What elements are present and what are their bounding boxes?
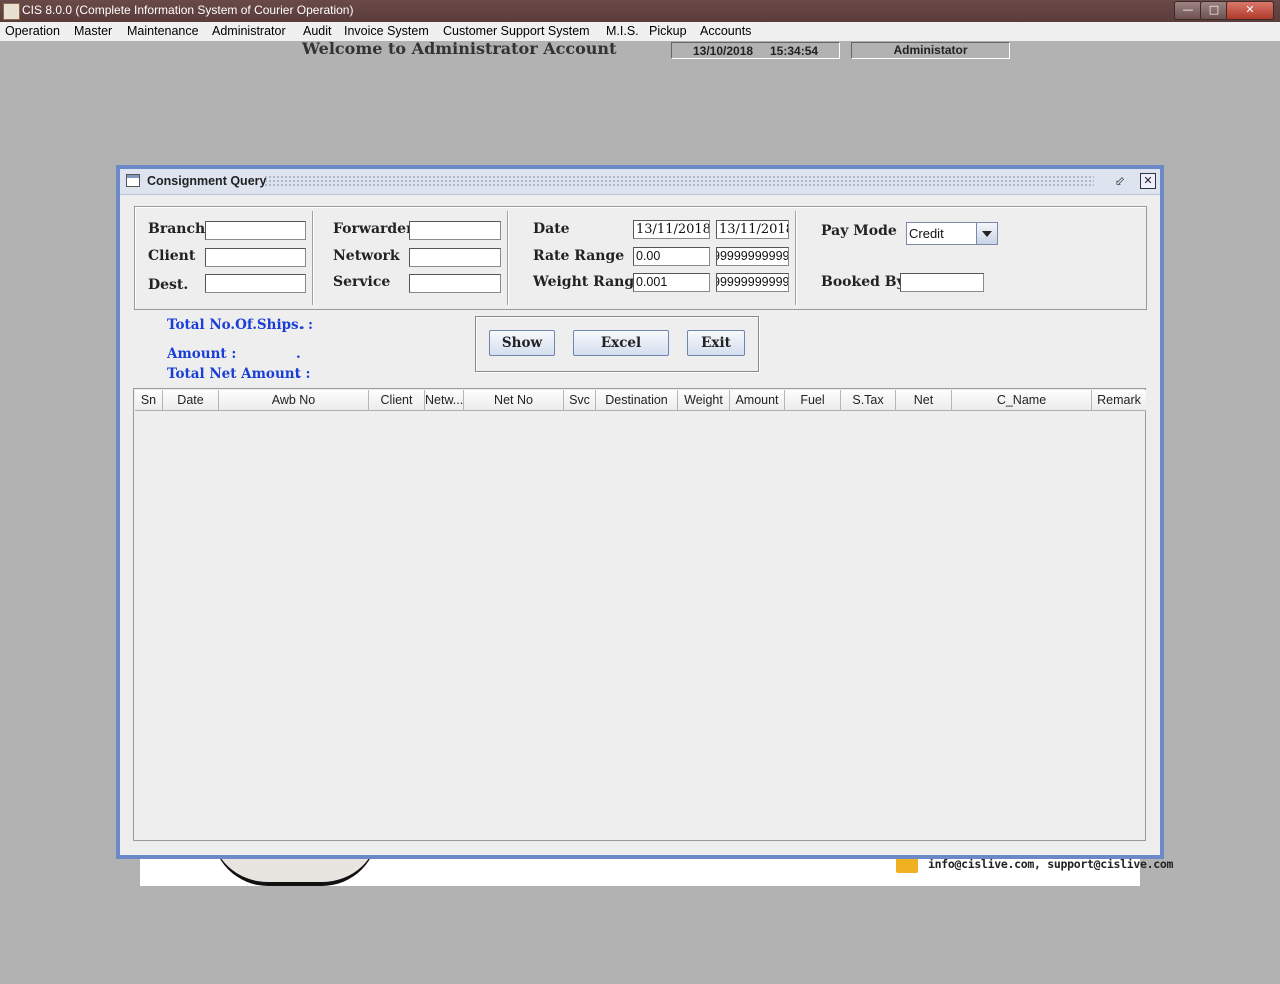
net-amount-label: Total Net Amount : (167, 366, 311, 382)
total-ships-label: Total No.Of.Ships. : (167, 317, 314, 333)
column-header-stax[interactable]: S.Tax (841, 390, 896, 410)
menu-master[interactable]: Master (74, 24, 112, 38)
divider (312, 211, 314, 305)
booked-by-input[interactable] (900, 273, 984, 292)
amount-value: . (296, 346, 301, 362)
rate-range-label: Rate Range (533, 248, 625, 264)
table-header: Sn Date Awb No Client Netw... Net No Svc… (135, 390, 1146, 411)
column-header-net[interactable]: Net (896, 390, 952, 410)
forwarder-label: Forwarder (333, 221, 414, 237)
consignment-query-window: Consignment Query ⬃ ✕ Branch Client Dest… (116, 165, 1164, 859)
exit-button[interactable]: Exit (687, 330, 745, 356)
weight-to-input[interactable]: 99999999999 (716, 273, 789, 292)
column-header-c-name[interactable]: C_Name (952, 390, 1092, 410)
net-amount-value: . (296, 366, 301, 382)
chevron-down-icon[interactable] (976, 223, 997, 244)
column-header-remark[interactable]: Remark (1092, 390, 1146, 410)
menu-audit[interactable]: Audit (303, 24, 332, 38)
branch-label: Branch (148, 221, 206, 237)
forwarder-input[interactable] (409, 221, 501, 240)
network-label: Network (333, 248, 400, 264)
date-from-input[interactable]: 13/11/2018 (633, 220, 710, 239)
column-header-date[interactable]: Date (163, 390, 219, 410)
current-date: 13/10/2018 (693, 44, 754, 58)
dest-label: Dest. (148, 277, 189, 293)
weight-from-input[interactable]: 0.001 (633, 273, 710, 292)
action-button-group: Show Excel Exit (475, 316, 759, 372)
column-header-client[interactable]: Client (369, 390, 425, 410)
network-input[interactable] (409, 248, 501, 267)
menu-bar: Operation Master Maintenance Administrat… (0, 22, 1280, 41)
client-input[interactable] (205, 248, 306, 267)
window-title: CIS 8.0.0 (Complete Information System o… (22, 3, 354, 17)
dest-input[interactable] (205, 274, 306, 293)
user-display: Administator (851, 42, 1010, 59)
column-header-destination[interactable]: Destination (596, 390, 678, 410)
title-bar-grip (264, 175, 1094, 188)
amount-label: Amount : (167, 346, 237, 362)
contact-emails: info@cislive.com, support@cislive.com (928, 857, 1174, 871)
datetime-display: 13/10/2018 15:34:54 (671, 42, 840, 59)
divider (507, 211, 509, 305)
envelope-icon (896, 858, 918, 873)
column-header-net-no[interactable]: Net No (464, 390, 564, 410)
service-label: Service (333, 274, 391, 290)
rate-to-input[interactable]: 99999999999 (716, 247, 789, 266)
column-header-awb-no[interactable]: Awb No (219, 390, 369, 410)
frame-close-button[interactable]: ✕ (1140, 173, 1156, 189)
date-to-input[interactable]: 13/11/2018 (716, 220, 789, 239)
column-header-weight[interactable]: Weight (678, 390, 730, 410)
welcome-text: Welcome to Administrator Account (302, 39, 617, 58)
window-title-bar: CIS 8.0.0 (Complete Information System o… (0, 0, 1280, 22)
close-button[interactable]: ✕ (1226, 1, 1274, 20)
menu-mis[interactable]: M.I.S. (606, 24, 639, 38)
service-input[interactable] (409, 274, 501, 293)
column-header-sn[interactable]: Sn (135, 390, 163, 410)
menu-administrator[interactable]: Administrator (212, 24, 286, 38)
pay-mode-select[interactable]: Credit (906, 222, 998, 245)
menu-accounts[interactable]: Accounts (700, 24, 751, 38)
frame-title: Consignment Query (147, 174, 267, 188)
maximize-button[interactable]: □ (1200, 1, 1228, 20)
column-header-svc[interactable]: Svc (564, 390, 596, 410)
filter-panel: Branch Client Dest. Forwarder Network Se… (134, 206, 1147, 310)
booked-by-label: Booked By (821, 274, 905, 290)
total-ships-value: . (300, 317, 305, 333)
weight-range-label: Weight Range (533, 274, 644, 290)
column-header-fuel[interactable]: Fuel (785, 390, 841, 410)
divider (795, 211, 797, 305)
column-header-amount[interactable]: Amount (730, 390, 785, 410)
pay-mode-label: Pay Mode (821, 223, 897, 239)
menu-maintenance[interactable]: Maintenance (127, 24, 199, 38)
show-button[interactable]: Show (489, 330, 555, 356)
date-label: Date (533, 221, 570, 237)
branch-input[interactable] (205, 221, 306, 240)
current-time: 15:34:54 (770, 44, 819, 58)
menu-pickup[interactable]: Pickup (649, 24, 687, 38)
consignment-table: Sn Date Awb No Client Netw... Net No Svc… (133, 388, 1146, 841)
menu-customer-support-system[interactable]: Customer Support System (443, 24, 590, 38)
minimize-button[interactable]: — (1174, 1, 1202, 20)
frame-restore-button[interactable]: ⬃ (1112, 173, 1128, 189)
client-label: Client (148, 248, 196, 264)
menu-invoice-system[interactable]: Invoice System (344, 24, 429, 38)
excel-button[interactable]: Excel (573, 330, 669, 356)
frame-title-bar[interactable]: Consignment Query ⬃ ✕ (120, 169, 1160, 195)
menu-operation[interactable]: Operation (5, 24, 60, 38)
rate-from-input[interactable]: 0.00 (633, 247, 710, 266)
column-header-network[interactable]: Netw... (425, 390, 464, 410)
pay-mode-value: Credit (909, 226, 944, 241)
frame-window-icon (126, 174, 140, 187)
java-app-icon (3, 3, 20, 20)
